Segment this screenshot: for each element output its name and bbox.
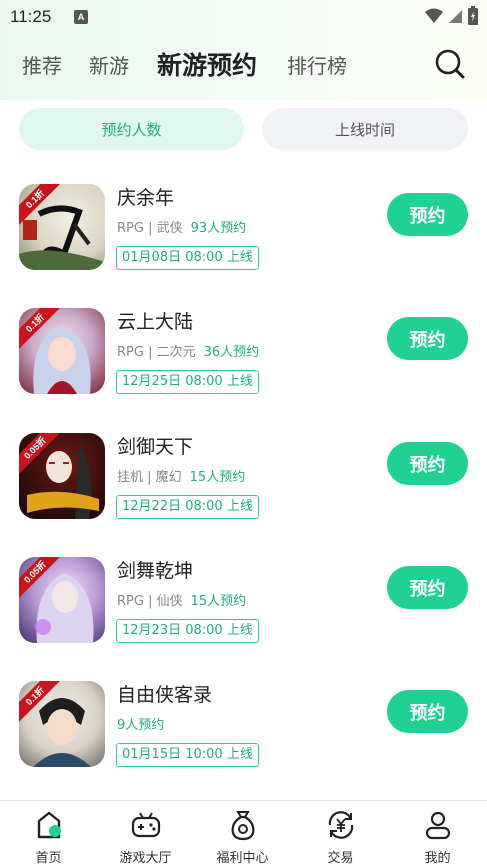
game-meta: RPG | 二次元 36人预约: [117, 341, 259, 360]
game-tags: RPG | 武侠: [117, 221, 183, 236]
game-icon[interactable]: 0.1折: [19, 184, 105, 270]
sort-by-launch-time-button[interactable]: 上线时间: [262, 108, 468, 150]
game-icon[interactable]: 0.05折: [19, 557, 105, 643]
game-name[interactable]: 自由侠客录: [117, 680, 212, 707]
list-item[interactable]: 0.05折 剑舞乾坤 RPG | 仙侠 15人预约 12月23日 08:00 上线…: [0, 557, 487, 657]
bottom-nav-label: 游戏大厅: [119, 851, 172, 865]
list-item[interactable]: 0.1折 云上大陆 RPG | 二次元 36人预约 12月25日 08:00 上线…: [0, 308, 487, 408]
signal-icon: [449, 10, 462, 23]
discount-tag: 0.05折: [19, 433, 61, 475]
bottom-nav-game-hall[interactable]: 游戏大厅: [97, 801, 194, 865]
launch-time-badge: 12月23日 08:00 上线: [116, 619, 259, 643]
game-meta: 9人预约: [117, 714, 164, 733]
bottom-nav-home[interactable]: 首页: [0, 801, 97, 865]
bottom-nav-mine[interactable]: 我的: [389, 801, 486, 865]
reserve-button[interactable]: 预约: [387, 193, 468, 236]
discount-tag: 0.1折: [19, 184, 61, 226]
battery-icon: [468, 6, 478, 25]
discount-tag: 0.1折: [19, 308, 61, 350]
list-item[interactable]: 0.1折 自由侠客录 9人预约 01月15日 10:00 上线 预约: [0, 681, 487, 781]
tab-rankings[interactable]: 排行榜: [287, 50, 347, 79]
game-tags: RPG | 仙侠: [117, 594, 183, 609]
reservation-count: 93人预约: [190, 221, 247, 236]
reserve-button[interactable]: 预约: [387, 566, 468, 609]
bottom-nav-label: 首页: [35, 851, 62, 865]
game-name[interactable]: 庆余年: [117, 183, 174, 210]
status-indicators: [425, 6, 479, 26]
reserve-button[interactable]: 预约: [387, 442, 468, 485]
bottom-nav-label: 福利中心: [216, 851, 269, 865]
list-item[interactable]: 0.05折 剑御天下 挂机 | 魔幻 15人预约 12月22日 08:00 上线 …: [0, 433, 487, 533]
reservation-count: 9人预约: [117, 718, 165, 733]
search-icon[interactable]: [434, 48, 466, 80]
list-item[interactable]: 0.1折 庆余年 RPG | 武侠 93人预约 01月08日 08:00 上线 预…: [0, 184, 487, 284]
tab-recommend[interactable]: 推荐: [22, 50, 62, 79]
launch-time-badge: 01月08日 08:00 上线: [116, 246, 259, 270]
status-bar: 11:25 A: [0, 0, 487, 34]
launch-time-badge: 01月15日 10:00 上线: [116, 743, 259, 767]
game-name[interactable]: 剑舞乾坤: [117, 556, 193, 583]
game-icon[interactable]: 0.1折: [19, 308, 105, 394]
launch-time-badge: 12月25日 08:00 上线: [116, 370, 259, 394]
status-time: 11:25: [10, 7, 52, 26]
tab-new-game-reservation[interactable]: 新游预约: [157, 46, 257, 82]
top-nav: 推荐 新游 新游预约 排行榜: [0, 40, 487, 86]
game-name[interactable]: 剑御天下: [117, 432, 193, 459]
reserve-button[interactable]: 预约: [387, 317, 468, 360]
wifi-icon: [425, 8, 443, 23]
reservation-count: 15人预约: [189, 470, 246, 485]
notification-icon: A: [74, 10, 88, 24]
bottom-nav-label: 交易: [327, 851, 354, 865]
bottom-nav-welfare[interactable]: 福利中心: [194, 801, 291, 865]
bottom-nav: 首页 游戏大厅 福利中心 交易 我的: [0, 800, 487, 865]
reserve-button[interactable]: 预约: [387, 690, 468, 733]
bottom-nav-label: 我的: [424, 851, 451, 865]
game-meta: RPG | 仙侠 15人预约: [117, 590, 246, 609]
game-tags: 挂机 | 魔幻: [117, 470, 182, 485]
gift-bag-icon[interactable]: [227, 809, 259, 841]
launch-time-badge: 12月22日 08:00 上线: [116, 495, 259, 519]
game-tags: RPG | 二次元: [117, 345, 196, 360]
home-icon[interactable]: [33, 809, 65, 841]
tab-new-games[interactable]: 新游: [89, 50, 129, 79]
game-meta: 挂机 | 魔幻 15人预约: [117, 466, 245, 485]
yuan-exchange-icon[interactable]: [325, 809, 357, 841]
discount-tag: 0.1折: [19, 681, 61, 723]
game-icon[interactable]: 0.1折: [19, 681, 105, 767]
discount-tag: 0.05折: [19, 557, 61, 599]
game-icon[interactable]: 0.05折: [19, 433, 105, 519]
reservation-count: 36人预约: [203, 345, 260, 360]
reservation-count: 15人预约: [190, 594, 247, 609]
user-icon[interactable]: [422, 809, 454, 841]
gamepad-icon[interactable]: [130, 809, 162, 841]
bottom-nav-trade[interactable]: 交易: [292, 801, 389, 865]
game-name[interactable]: 云上大陆: [117, 307, 193, 334]
game-meta: RPG | 武侠 93人预约: [117, 217, 246, 236]
sort-by-reservations-button[interactable]: 预约人数: [19, 108, 244, 150]
